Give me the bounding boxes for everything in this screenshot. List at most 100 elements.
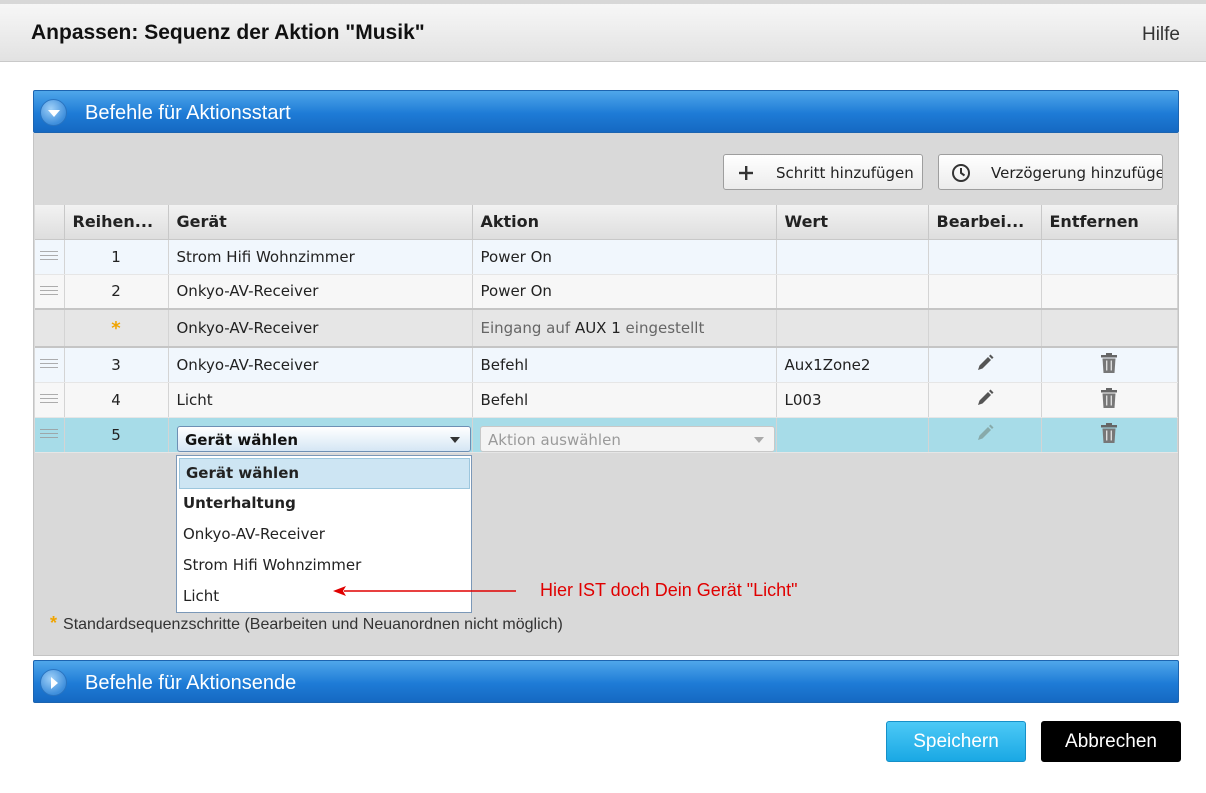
row-order: 2 (64, 274, 169, 310)
row-device: Strom Hifi Wohnzimmer (168, 239, 473, 275)
column-header-action[interactable]: Aktion (472, 205, 777, 240)
panel-header-start[interactable]: Befehle für Aktionsstart (33, 90, 1179, 133)
row-order: 5 (64, 417, 169, 453)
add-step-button[interactable]: Schritt hinzufügen (723, 154, 923, 190)
clock-icon (952, 164, 970, 182)
dialog-title: Anpassen: Sequenz der Aktion "Musik" (31, 21, 425, 44)
annotation-text: Hier IST doch Dein Gerät "Licht" (540, 580, 798, 600)
drag-handle-disabled (35, 308, 65, 348)
chevron-down-icon[interactable] (40, 99, 67, 126)
row-value: L003 (776, 382, 929, 418)
dropdown-option-group[interactable]: Unterhaltung (177, 488, 471, 519)
annotation-arrow (333, 586, 516, 596)
row-value: Aux1Zone2 (776, 347, 929, 383)
cancel-button[interactable]: Abbrechen (1041, 721, 1181, 762)
pencil-icon[interactable] (975, 353, 995, 373)
chevron-down-icon[interactable] (450, 437, 460, 443)
footnote-text: Standardsequenzschritte (Bearbeiten und … (63, 616, 563, 633)
trash-icon[interactable] (1099, 422, 1119, 444)
dropdown-option[interactable]: Strom Hifi Wohnzimmer (177, 550, 471, 581)
row-edit-cell (928, 347, 1042, 383)
row-device: Licht (168, 382, 473, 418)
dropdown-option[interactable]: Onkyo-AV-Receiver (177, 519, 471, 550)
trash-icon[interactable] (1099, 352, 1119, 374)
column-header-order[interactable]: Reihen... (64, 205, 169, 240)
table-row[interactable]: 2 Onkyo-AV-Receiver Power On (35, 274, 1178, 310)
drag-handle-icon[interactable] (40, 251, 59, 263)
row-remove-cell (1041, 274, 1178, 310)
save-button[interactable]: Speichern (886, 721, 1026, 762)
standard-step-star-icon: * (111, 317, 121, 339)
drag-handle[interactable] (35, 382, 65, 418)
footnote: * Standardsequenzschritte (Bearbeiten und… (50, 613, 563, 634)
row-edit-cell (928, 274, 1042, 310)
table-row[interactable]: 4 Licht Befehl L003 (35, 382, 1178, 418)
device-select-value: Gerät wählen (185, 431, 299, 449)
row-edit-cell (928, 239, 1042, 275)
drag-handle[interactable] (35, 347, 65, 383)
row-remove-cell (1041, 382, 1178, 418)
row-value (776, 274, 929, 310)
pencil-icon (977, 424, 993, 440)
row-remove-cell (1041, 308, 1178, 348)
row-action-suffix: eingestellt (625, 319, 705, 337)
row-action: Befehl (472, 382, 777, 418)
column-header-edit[interactable]: Bearbei... (928, 205, 1042, 240)
standard-step-star-icon: * (50, 613, 58, 633)
action-select-placeholder: Aktion auswählen (488, 431, 621, 449)
row-device: Onkyo-AV-Receiver (168, 308, 473, 348)
row-action: Eingang auf AUX 1 eingestellt (472, 308, 777, 348)
trash-icon[interactable] (1099, 387, 1119, 409)
add-step-label: Schritt hinzufügen (776, 164, 914, 182)
drag-handle[interactable] (35, 239, 65, 275)
drag-handle-icon[interactable] (40, 394, 59, 406)
sequence-table: Reihen... Gerät Aktion Wert Bearbei... E… (35, 205, 1178, 453)
row-action: Power On (472, 239, 777, 275)
add-delay-button[interactable]: Verzögerung hinzufügen (938, 154, 1163, 190)
help-link[interactable]: Hilfe (1142, 24, 1180, 46)
row-order: 3 (64, 347, 169, 383)
row-value (776, 308, 929, 348)
add-delay-label: Verzögerung hinzufügen (991, 164, 1163, 182)
column-header-remove[interactable]: Entfernen (1041, 205, 1178, 240)
panel-title-start: Befehle für Aktionsstart (85, 102, 291, 124)
row-device: Onkyo-AV-Receiver (168, 274, 473, 310)
row-remove-cell (1041, 347, 1178, 383)
row-action-highlight: AUX 1 (574, 319, 621, 337)
panel-header-end[interactable]: Befehle für Aktionsende (33, 660, 1179, 703)
table-row[interactable]: 3 Onkyo-AV-Receiver Befehl Aux1Zone2 (35, 347, 1178, 383)
row-device: Onkyo-AV-Receiver (168, 347, 473, 383)
row-remove-cell (1041, 417, 1178, 453)
row-remove-cell (1041, 239, 1178, 275)
plus-icon (739, 166, 753, 180)
row-order: 1 (64, 239, 169, 275)
row-order: 4 (64, 382, 169, 418)
row-action: Power On (472, 274, 777, 310)
table-row-standard: * Onkyo-AV-Receiver Eingang auf AUX 1 ei… (35, 308, 1178, 348)
drag-handle-icon[interactable] (40, 285, 59, 298)
row-edit-cell (928, 417, 1042, 453)
row-value (776, 417, 929, 453)
action-select[interactable]: Aktion auswählen (480, 426, 775, 452)
drag-handle-icon[interactable] (40, 359, 59, 372)
row-action-prefix: Eingang auf (480, 319, 571, 337)
column-header-value[interactable]: Wert (776, 205, 929, 240)
row-edit-cell (928, 382, 1042, 418)
device-select[interactable]: Gerät wählen (177, 426, 471, 452)
panel-title-end: Befehle für Aktionsende (85, 672, 297, 694)
drag-handle-icon[interactable] (40, 429, 59, 441)
drag-handle[interactable] (35, 417, 65, 453)
table-row[interactable]: 1 Strom Hifi Wohnzimmer Power On (35, 239, 1178, 275)
row-order-star: * (64, 308, 169, 348)
table-header-row: Reihen... Gerät Aktion Wert Bearbei... E… (35, 205, 1178, 240)
drag-handle[interactable] (35, 274, 65, 310)
chevron-right-icon[interactable] (40, 669, 67, 696)
pencil-icon[interactable] (975, 388, 995, 408)
column-header-device[interactable]: Gerät (168, 205, 473, 240)
chevron-down-icon[interactable] (754, 437, 764, 443)
column-header-handle (35, 205, 65, 240)
row-edit-cell (928, 308, 1042, 348)
row-action: Befehl (472, 347, 777, 383)
row-value (776, 239, 929, 275)
dropdown-option-selected[interactable]: Gerät wählen (179, 458, 470, 489)
